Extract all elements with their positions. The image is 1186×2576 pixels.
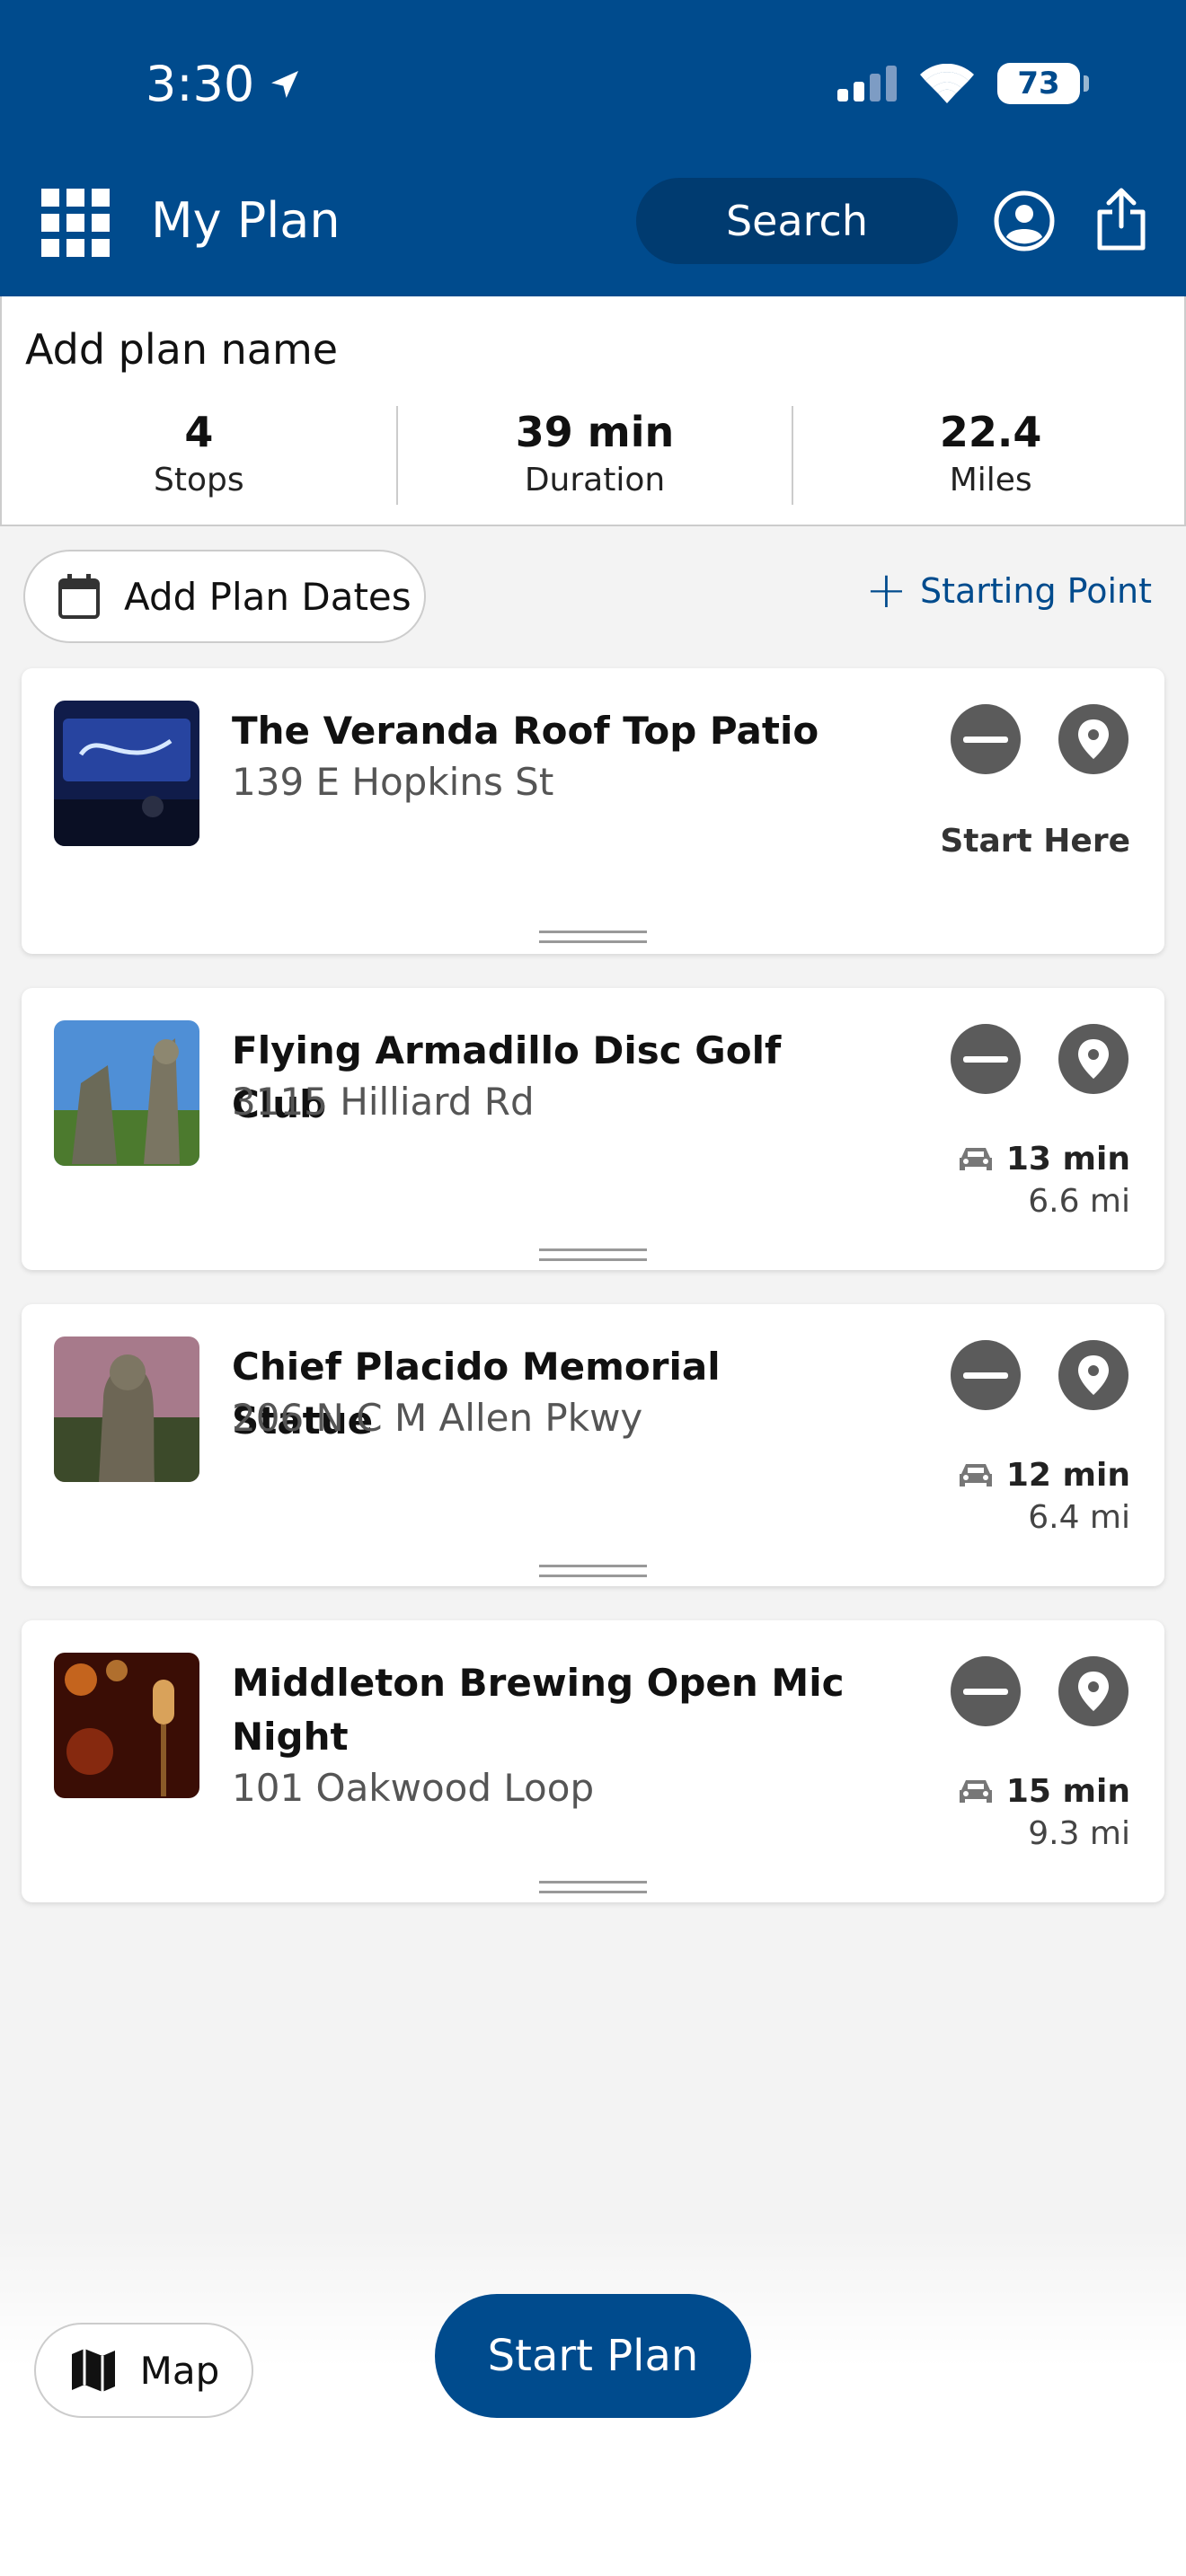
stop-name: Middleton Brewing Open Mic Night [232,1661,845,1759]
drive-distance: 6.6 mi [1028,1183,1130,1220]
plan-summary: Add plan name 4 Stops 39 min Duration 22… [0,296,1186,526]
stat-stops: 4 Stops [2,406,398,505]
stat-value: 39 min [515,408,675,456]
location-arrow-icon [271,70,299,98]
battery-level: 73 [1017,66,1060,101]
stat-value: 22.4 [939,408,1042,456]
stop-thumbnail [54,701,199,846]
stat-label: Duration [524,462,666,498]
calendar-icon [58,574,100,619]
map-icon [71,2349,115,2392]
stop-card[interactable]: Flying Armadillo Disc Golf Club 3115 Hil… [22,988,1164,1270]
plan-stats: 4 Stops 39 min Duration 22.4 Miles [2,406,1186,505]
plan-name-field[interactable]: Add plan name [25,325,338,374]
stop-thumbnail [54,1653,199,1798]
stat-label: Miles [949,462,1032,498]
drag-handle[interactable] [539,931,647,943]
search-label: Search [725,197,869,245]
drag-handle[interactable] [539,1248,647,1261]
drive-distance: 6.4 mi [1028,1499,1130,1536]
plus-icon: + [865,561,907,620]
drive-time-text: 15 min [1005,1773,1130,1810]
start-plan-label: Start Plan [487,2331,699,2381]
car-icon [959,1147,992,1170]
stop-thumbnail [54,1337,199,1482]
map-label: Map [139,2348,220,2393]
add-plan-dates-label: Add Plan Dates [124,574,412,619]
cellular-signal-icon [837,66,897,101]
stat-duration: 39 min Duration [398,406,794,505]
stop-card[interactable]: Chief Placido Memorial Statue 206 N C M … [22,1304,1164,1586]
battery-indicator: 73 [997,63,1089,104]
stop-address: 3115 Hilliard Rd [232,1080,535,1124]
status-time-text: 3:30 [146,56,255,112]
page-title: My Plan [151,192,341,249]
stop-card[interactable]: The Veranda Roof Top Patio 139 E Hopkins… [22,668,1164,954]
map-pin-icon [1078,1355,1109,1395]
add-starting-point-button[interactable]: + Starting Point [865,561,1152,620]
map-pin-button[interactable] [1058,1024,1128,1094]
status-time: 3:30 [146,56,303,112]
map-pin-button[interactable] [1058,1340,1128,1410]
drive-time-text: 12 min [1005,1457,1130,1494]
stat-miles: 22.4 Miles [793,406,1186,505]
add-plan-dates-button[interactable]: Add Plan Dates [23,550,426,643]
drive-time: 12 min [958,1457,1130,1494]
drive-time: 13 min [958,1141,1130,1178]
stop-card[interactable]: Middleton Brewing Open Mic Night 101 Oak… [22,1620,1164,1902]
stop-thumbnail [54,1020,199,1166]
minus-icon [963,1055,1008,1063]
start-plan-button[interactable]: Start Plan [435,2294,751,2418]
wifi-icon [920,64,974,103]
remove-stop-button[interactable] [951,704,1021,774]
app-header: 3:30 73 My Plan Search [0,0,1186,296]
stop-address: 206 N C M Allen Pkwy [232,1396,643,1440]
drive-info: 13 min 6.6 mi [958,1141,1130,1220]
map-pin-icon [1078,1672,1109,1711]
stat-value: 4 [184,408,214,456]
profile-icon[interactable] [994,190,1055,251]
starting-point-label: Starting Point [919,571,1152,611]
map-pin-button[interactable] [1058,704,1128,774]
drive-info: 12 min 6.4 mi [958,1457,1130,1536]
remove-stop-button[interactable] [951,1656,1021,1726]
drive-time: 15 min [958,1773,1130,1810]
map-pin-button[interactable] [1058,1656,1128,1726]
minus-icon [963,1688,1008,1695]
stat-label: Stops [154,462,244,498]
drive-distance: 9.3 mi [1028,1815,1130,1852]
map-button[interactable]: Map [34,2323,253,2418]
drive-info: 15 min 9.3 mi [958,1773,1130,1852]
search-button[interactable]: Search [636,178,958,264]
map-pin-icon [1078,1039,1109,1079]
stop-address: 101 Oakwood Loop [232,1766,595,1810]
start-here-label: Start Here [940,823,1130,860]
share-icon[interactable] [1094,187,1148,251]
status-icons: 73 [837,63,1089,104]
stop-address: 139 E Hopkins St [232,760,554,804]
minus-icon [963,1372,1008,1379]
drag-handle[interactable] [539,1565,647,1577]
drag-handle[interactable] [539,1881,647,1893]
minus-icon [963,736,1008,743]
apps-grid-icon[interactable] [41,189,110,257]
remove-stop-button[interactable] [951,1024,1021,1094]
remove-stop-button[interactable] [951,1340,1021,1410]
drive-time-text: 13 min [1005,1141,1130,1178]
map-pin-icon [1078,719,1109,759]
car-icon [959,1779,992,1803]
stop-name: The Veranda Roof Top Patio [232,709,819,753]
car-icon [959,1463,992,1486]
